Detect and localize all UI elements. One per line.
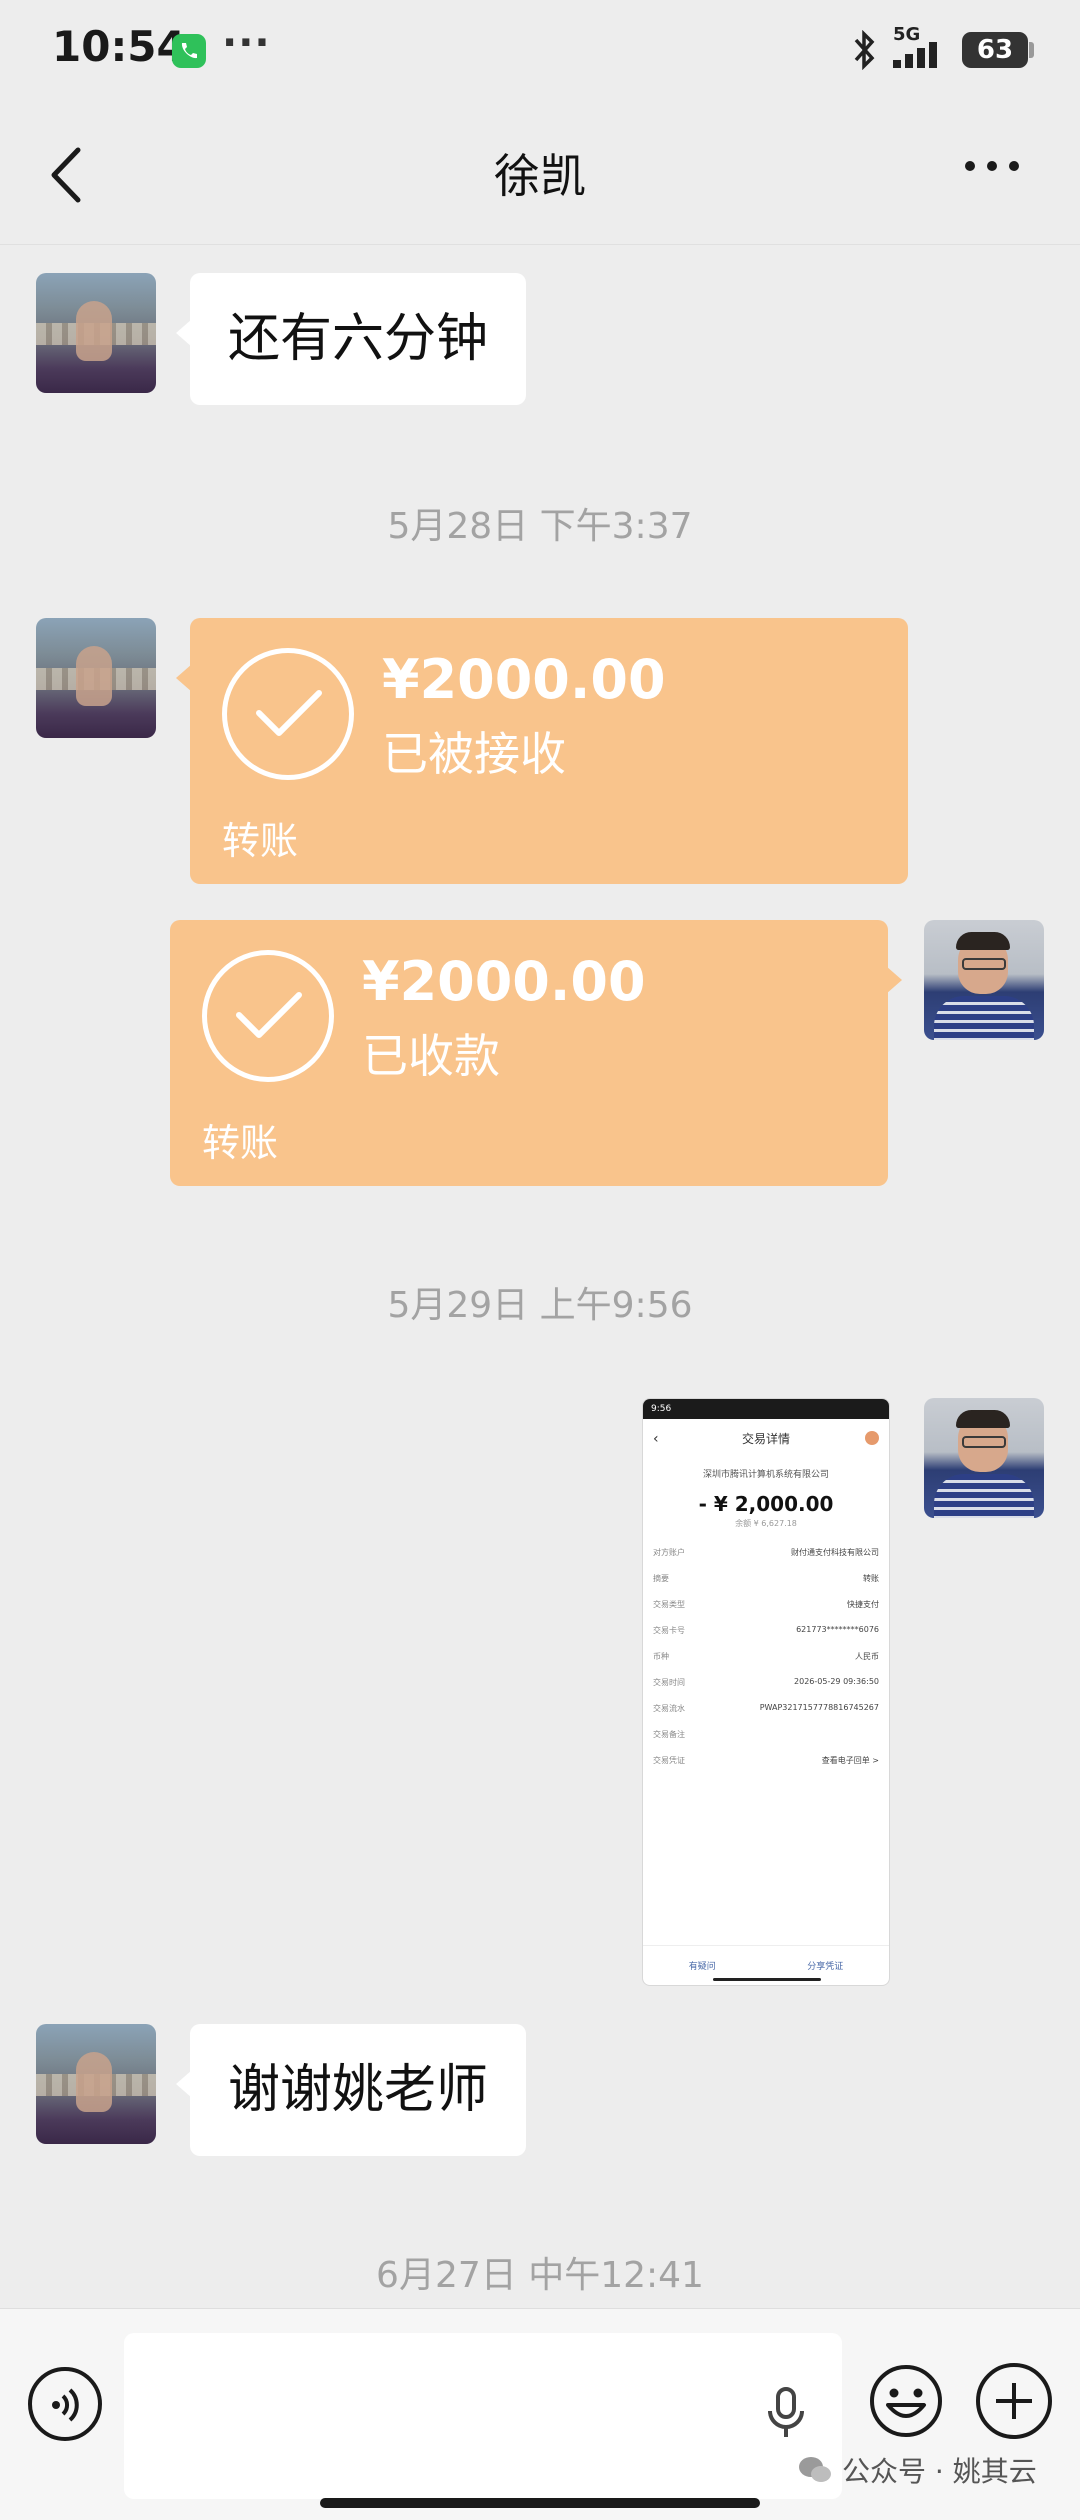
transfer-card-collected[interactable]: ¥2000.00 已收款 转账 bbox=[170, 920, 902, 1186]
phone-icon bbox=[172, 34, 206, 68]
wechat-logo-icon bbox=[799, 2457, 831, 2482]
avatar-glasses bbox=[962, 958, 1006, 970]
message-input[interactable] bbox=[124, 2333, 842, 2499]
transfer-label: 转账 bbox=[222, 819, 299, 863]
transfer-label: 转账 bbox=[202, 1121, 279, 1165]
avatar-glasses bbox=[962, 1436, 1006, 1448]
thumb-detail-rows: 对方账户 财付通支付科技有限公司 摘要 转账 交易类型 快捷支付 交易卡号 621773… bbox=[643, 1547, 889, 1781]
watermark: 公众号 · 姚其云 bbox=[798, 2450, 1037, 2490]
avatar-hand bbox=[76, 301, 112, 361]
thumb-row: 对方账户 财付通支付科技有限公司 bbox=[653, 1548, 879, 1557]
thumb-row: 交易凭证 查看电子回单 > bbox=[653, 1756, 879, 1765]
chat-title: 徐凯 bbox=[494, 149, 586, 203]
thumb-row: 交易类型 快捷支付 bbox=[653, 1600, 879, 1609]
emoji-icon[interactable] bbox=[868, 2363, 944, 2439]
transfer-status: 已收款 bbox=[362, 1029, 500, 1083]
thumb-status-bar: 9:56 bbox=[643, 1399, 889, 1419]
avatar-hair bbox=[956, 932, 1010, 950]
transfer-amount: ¥2000.00 bbox=[382, 648, 666, 711]
transfer-amount: ¥2000.00 bbox=[362, 950, 646, 1013]
thumb-row: 币种 人民币 bbox=[653, 1652, 879, 1661]
home-indicator[interactable] bbox=[320, 2498, 760, 2508]
thumb-foot-left: 有疑问 bbox=[688, 1962, 716, 1972]
status-bar: 10:54 ··· 5G 63 bbox=[0, 0, 1080, 110]
thumb-home-indicator bbox=[713, 1978, 821, 1981]
voice-icon bbox=[52, 2388, 79, 2422]
thumb-row: 交易备注 bbox=[653, 1730, 685, 1739]
avatar-hand bbox=[76, 2052, 112, 2112]
thumb-foot-right: 分享凭证 bbox=[807, 1962, 844, 1972]
self-avatar[interactable] bbox=[924, 920, 1044, 1040]
thumb-row: 摘要 转账 bbox=[653, 1574, 879, 1583]
bluetooth-icon bbox=[854, 30, 875, 70]
message-bubble[interactable]: 谢谢姚老师 bbox=[175, 2024, 527, 2156]
avatar-hair bbox=[956, 1410, 1010, 1428]
thumb-title: 交易详情 bbox=[741, 1432, 790, 1446]
chat-header: 徐凯 bbox=[0, 110, 1080, 245]
avatar-shirt bbox=[934, 1474, 1034, 1518]
mic-icon[interactable] bbox=[766, 2387, 806, 2439]
contact-avatar[interactable] bbox=[36, 273, 156, 393]
voice-button[interactable] bbox=[28, 2367, 102, 2441]
battery-cap bbox=[1029, 42, 1034, 58]
more-icon[interactable] bbox=[962, 158, 1022, 174]
check-icon bbox=[202, 950, 334, 1082]
status-overflow: ··· bbox=[222, 20, 271, 66]
thumb-amount: - ¥ 2,000.00 bbox=[698, 1492, 834, 1516]
transfer-card-received[interactable]: ¥2000.00 已被接收 转账 bbox=[176, 618, 908, 884]
avatar-hand bbox=[76, 646, 112, 706]
self-avatar[interactable] bbox=[924, 1398, 1044, 1518]
watermark-text: 公众号 · 姚其云 bbox=[842, 2455, 1037, 2488]
thumb-back-icon: ‹ bbox=[653, 1431, 659, 1447]
plus-icon[interactable] bbox=[976, 2363, 1052, 2439]
thumb-row: 交易时间 2026-05-29 09:36:50 bbox=[653, 1677, 879, 1687]
thumb-row: 交易流水 PWAP3217157778816745267 bbox=[653, 1703, 879, 1713]
thumb-row: 交易卡号 621773********6076 bbox=[653, 1625, 879, 1635]
thumb-balance: 余额 ¥ 6,627.18 bbox=[735, 1519, 797, 1528]
thumb-person-icon bbox=[865, 1431, 879, 1445]
timestamp: 6月27日 中午12:41 bbox=[376, 2255, 704, 2296]
thumb-merchant: 深圳市腾讯计算机系统有限公司 bbox=[702, 1470, 829, 1480]
status-time: 10:54 bbox=[52, 22, 186, 71]
timestamp: 5月28日 下午3:37 bbox=[387, 506, 693, 547]
timestamp: 5月29日 上午9:56 bbox=[387, 1285, 693, 1326]
battery-indicator: 63 bbox=[962, 32, 1028, 68]
signal-icon bbox=[893, 42, 937, 68]
contact-avatar[interactable] bbox=[36, 2024, 156, 2144]
screenshot-image-message[interactable]: 9:56 ‹ 交易详情 深圳市腾讯计算机系统有限公司 - ¥ 2,000.00 … bbox=[642, 1398, 890, 1986]
message-bubble[interactable]: 还有六分钟 bbox=[175, 273, 527, 405]
contact-avatar[interactable] bbox=[36, 618, 156, 738]
thumb-header: ‹ 交易详情 bbox=[643, 1419, 889, 1459]
check-icon bbox=[222, 648, 354, 780]
transfer-status: 已被接收 bbox=[382, 727, 566, 781]
avatar-shirt bbox=[934, 996, 1034, 1040]
